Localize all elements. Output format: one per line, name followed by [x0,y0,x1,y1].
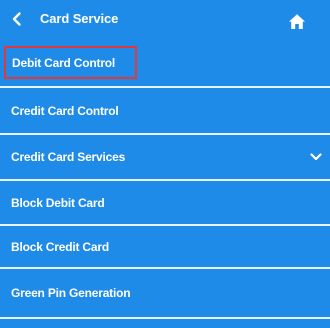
menu-item-credit-card-services[interactable]: Credit Card Services [0,135,330,181]
chevron-left-icon[interactable] [9,11,25,27]
card-service-menu: Debit Card Control Credit Card Control C… [0,40,330,319]
menu-item-label: Credit Card Control [11,103,119,118]
menu-item-label: Debit Card Control [12,56,116,70]
menu-item-debit-card-control[interactable]: Debit Card Control [0,40,330,88]
menu-item-green-pin-generation[interactable]: Green Pin Generation [0,269,330,319]
menu-item-block-debit-card[interactable]: Block Debit Card [0,181,330,226]
page-title: Card Service [40,11,119,26]
menu-item-block-credit-card[interactable]: Block Credit Card [0,226,330,269]
menu-item-credit-card-control[interactable]: Credit Card Control [0,88,330,135]
menu-item-label: Block Debit Card [11,195,105,210]
app-header: Card Service [0,0,330,38]
menu-item-label: Block Credit Card [11,239,109,254]
menu-item-label: Credit Card Services [11,150,126,164]
chevron-down-icon[interactable] [310,153,322,161]
home-icon[interactable] [288,13,306,30]
menu-item-label: Green Pin Generation [11,286,131,300]
